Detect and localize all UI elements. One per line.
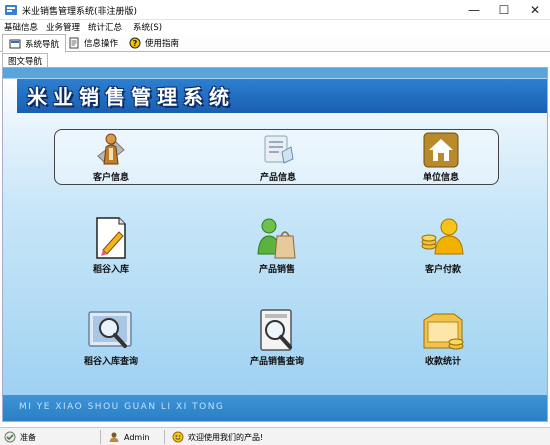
svg-text:?: ? [133, 39, 138, 48]
inbound-query-label: 稻谷入库查询 [83, 357, 138, 367]
tab-label: 使用指南 [145, 39, 180, 49]
status-user-text: Admin [124, 432, 150, 442]
footer-band: MI YE XIAO SHOU GUAN LI XI TONG [3, 395, 547, 421]
banner-title: 米业销售管理系统 [27, 85, 235, 109]
tab-user-guide[interactable]: ? 使用指南 [123, 34, 185, 52]
help-icon: ? [129, 37, 141, 49]
system-banner: 米业销售管理系统 [17, 79, 547, 113]
status-user: Admin [108, 428, 150, 445]
sales-query-label: 产品销售查询 [249, 357, 304, 367]
app-icon [5, 5, 17, 15]
subtab-graphic-navigation[interactable]: 图文导航 [2, 53, 49, 67]
status-separator [100, 430, 101, 444]
title-bar: 米业销售管理系统(非注册版) — ☐ ✕ [0, 0, 550, 20]
menu-business[interactable]: 业务管理 [46, 21, 80, 33]
navigation-panel: 米业销售管理系统 客户信息 产品信息 单位信息 稻谷入库 产品销售 客户付款 稻… [2, 67, 548, 422]
rice-inbound-label: 稻谷入库 [92, 265, 129, 275]
status-welcome: 欢迎使用我们的产品! [172, 428, 263, 445]
window-title: 米业销售管理系统(非注册版) [22, 7, 138, 17]
user-icon [109, 432, 119, 442]
customer-icon [97, 133, 125, 165]
tab-info-operation[interactable]: 信息操作 [62, 34, 124, 52]
unit-info-label: 单位信息 [422, 173, 459, 183]
tab-label: 系统导航 [25, 39, 60, 50]
status-separator [164, 430, 165, 444]
tab-bar: 系统导航 信息操作 ? 使用指南 [0, 34, 550, 53]
subtab-bar: 图文导航 [0, 53, 550, 67]
unit-home-icon [423, 132, 459, 168]
inbound-query-button[interactable]: 稻谷入库查询 [61, 308, 161, 367]
sales-query-button[interactable]: 产品销售查询 [227, 308, 327, 367]
product-sales-button[interactable]: 产品销售 [227, 216, 327, 275]
product-sales-label: 产品销售 [258, 265, 295, 275]
customer-info-label: 客户信息 [92, 173, 129, 183]
collection-stats-button[interactable]: 收款统计 [393, 308, 493, 367]
maximize-button[interactable]: ☐ [489, 0, 519, 20]
menu-bar: 基础信息 业务管理 统计汇总 系统(S) [0, 20, 550, 34]
product-sales-icon [257, 218, 296, 259]
footer-pinyin: MI YE XIAO SHOU GUAN LI XI TONG [19, 402, 225, 412]
menu-system[interactable]: 系统(S) [133, 21, 162, 33]
unit-info-button[interactable]: 单位信息 [391, 132, 491, 183]
collection-stats-label: 收款统计 [424, 357, 461, 367]
collection-stats-icon [423, 313, 464, 350]
product-info-button[interactable]: 产品信息 [228, 132, 328, 183]
rice-inbound-icon [96, 217, 126, 259]
customer-info-button[interactable]: 客户信息 [61, 132, 161, 183]
status-ready: 准备 [4, 428, 36, 445]
customer-payment-label: 客户付款 [424, 265, 461, 275]
menu-basic-info[interactable]: 基础信息 [4, 21, 38, 33]
rice-inbound-button[interactable]: 稻谷入库 [61, 216, 161, 275]
navigation-icon [9, 39, 21, 48]
tab-label: 信息操作 [84, 39, 119, 49]
sales-query-icon [260, 309, 292, 351]
product-info-icon [264, 135, 294, 164]
customer-payment-button[interactable]: 客户付款 [393, 216, 493, 275]
info-icon [69, 37, 79, 49]
close-button[interactable]: ✕ [520, 0, 550, 20]
status-ready-text: 准备 [20, 432, 36, 442]
tab-system-navigation[interactable]: 系统导航 [2, 34, 67, 53]
welcome-icon [172, 431, 184, 443]
ready-icon [4, 431, 16, 443]
customer-payment-icon [421, 218, 464, 255]
status-bar: 准备 Admin 欢迎使用我们的产品! [0, 427, 550, 445]
top-stripe [3, 68, 547, 78]
product-info-label: 产品信息 [259, 173, 296, 183]
status-welcome-text: 欢迎使用我们的产品! [188, 432, 264, 442]
minimize-button[interactable]: — [459, 0, 489, 20]
inbound-query-icon [88, 311, 132, 348]
menu-statistics[interactable]: 统计汇总 [88, 21, 122, 33]
